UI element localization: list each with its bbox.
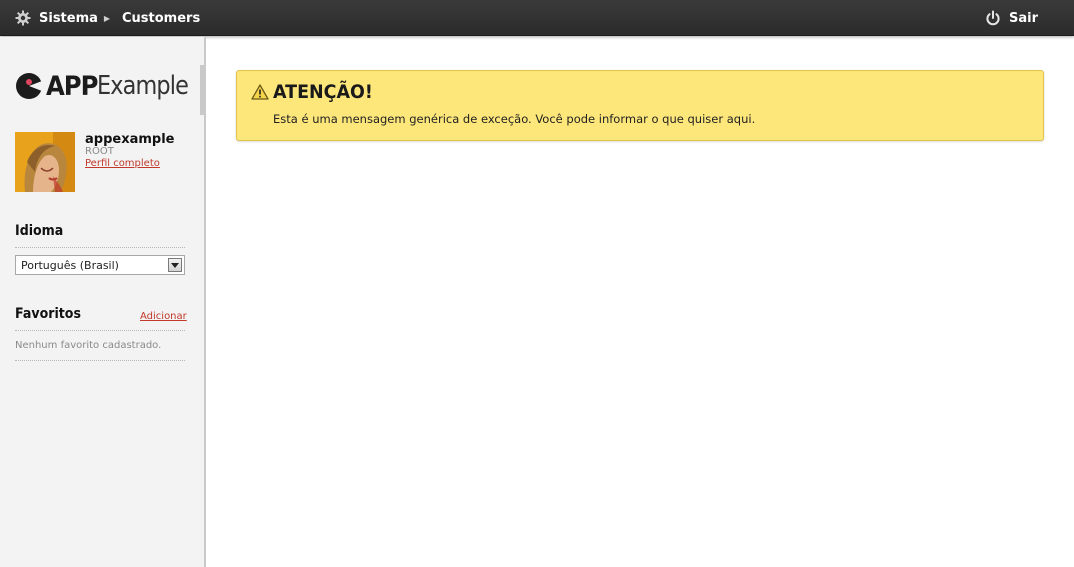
chevron-down-icon[interactable] [168, 258, 182, 272]
logo-app-text: APP [46, 70, 98, 102]
language-select-value: Português (Brasil) [21, 258, 119, 272]
favorites-empty-text: Nenhum favorito cadastrado. [15, 340, 162, 351]
menu-customers-label: Customers [122, 10, 201, 26]
logo-mark-icon [16, 73, 43, 99]
idioma-title: Idioma [15, 223, 64, 239]
power-icon [986, 10, 1000, 26]
alert-title: ATENÇÃO! [273, 81, 373, 103]
add-favorite-link[interactable]: Adicionar [140, 311, 187, 322]
chevron-right-icon: ▶ [103, 13, 111, 23]
logo-example-text: Example [97, 71, 189, 101]
gear-icon [15, 10, 31, 26]
avatar [15, 132, 75, 192]
logout-label: Sair [1009, 10, 1039, 26]
menu-sistema-label: Sistema [39, 10, 98, 26]
menu-sistema[interactable]: Sistema ▶ [15, 0, 110, 36]
favoritos-title: Favoritos [15, 306, 81, 322]
menu-customers[interactable]: Customers [122, 0, 200, 36]
logout-button[interactable]: Sair [985, 0, 1038, 36]
sidebar: APP Example appexample ROOT Perfil compl… [0, 37, 206, 567]
language-select[interactable]: Português (Brasil) [15, 255, 185, 275]
user-role: ROOT [85, 146, 114, 157]
app-logo: APP Example [15, 69, 203, 103]
favoritos-bottom-divider [15, 360, 185, 361]
full-profile-link[interactable]: Perfil completo [85, 158, 160, 169]
alert-message: Esta é uma mensagem genérica de exceção.… [273, 112, 756, 126]
warning-alert: ATENÇÃO! Esta é uma mensagem genérica de… [236, 70, 1044, 141]
user-name: appexample [85, 132, 175, 147]
warning-icon [251, 84, 269, 100]
idioma-divider [15, 247, 185, 248]
top-navbar: Sistema ▶ Customers Sair [0, 0, 1074, 36]
favoritos-divider [15, 330, 185, 331]
